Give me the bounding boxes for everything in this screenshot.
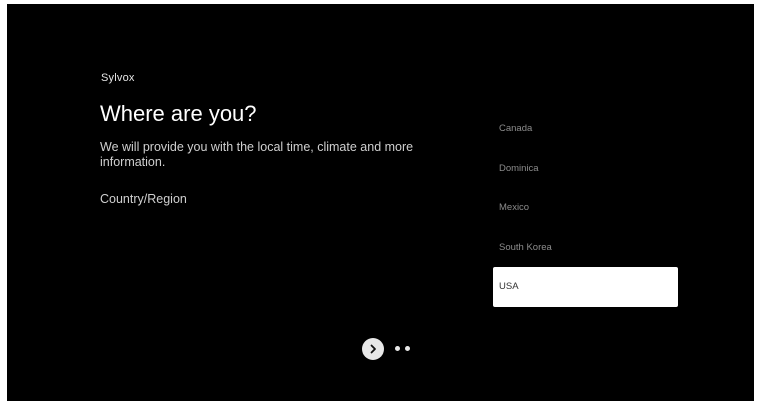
next-button[interactable] [362, 338, 384, 360]
country-option-usa[interactable]: USA [493, 267, 678, 307]
country-list: Canada Dominica Mexico South Korea USA [493, 109, 678, 307]
country-option-dominica[interactable]: Dominica [493, 149, 678, 189]
country-option-south-korea[interactable]: South Korea [493, 228, 678, 268]
country-region-label: Country/Region [100, 192, 187, 206]
page-title: Where are you? [100, 101, 257, 126]
country-option-mexico[interactable]: Mexico [493, 188, 678, 228]
country-option-canada[interactable]: Canada [493, 109, 678, 149]
setup-screen: Sylvox Where are you? We will provide yo… [7, 4, 754, 401]
chevron-right-icon [367, 343, 379, 355]
pagination-dot [395, 346, 400, 351]
brand-logo: Sylvox [101, 72, 135, 84]
page-subtitle: We will provide you with the local time,… [100, 140, 414, 169]
pagination-dot [405, 346, 410, 351]
pagination-dots [395, 346, 410, 351]
